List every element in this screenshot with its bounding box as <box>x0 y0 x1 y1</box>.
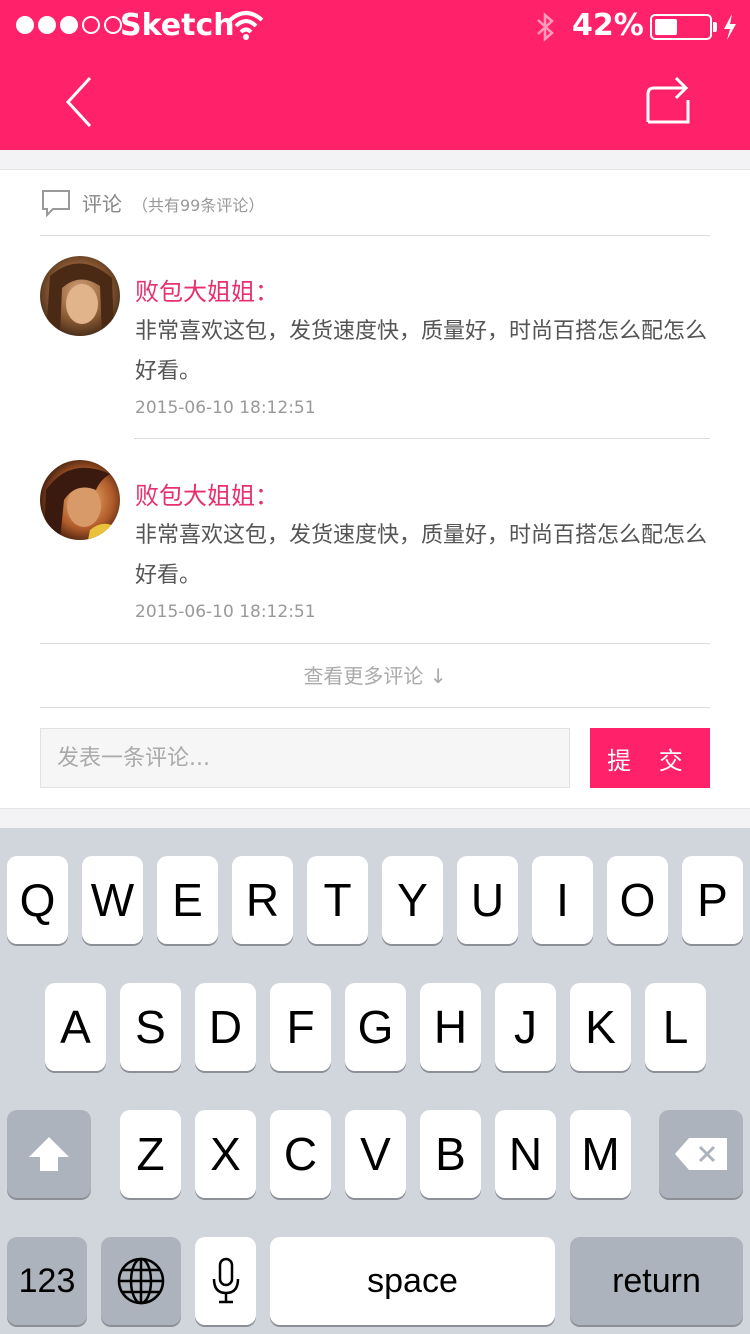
comment-text: 非常喜欢这包，发货速度快，质量好，时尚百搭怎么配怎么好看。 <box>135 523 708 588</box>
divider <box>40 643 710 644</box>
charging-bolt-icon <box>724 14 736 40</box>
key-e[interactable]: E <box>157 856 218 944</box>
battery-percent: 42% <box>572 8 644 43</box>
globe-key[interactable] <box>101 1237 181 1325</box>
submit-button[interactable]: 提 交 <box>590 728 710 788</box>
avatar[interactable] <box>40 256 120 336</box>
section-divider <box>0 150 750 170</box>
key-f[interactable]: F <box>270 983 331 1071</box>
carrier-name: Sketch <box>120 8 235 43</box>
dictation-key[interactable] <box>195 1237 256 1325</box>
key-o[interactable]: O <box>607 856 668 944</box>
divider <box>40 235 710 236</box>
divider <box>134 438 710 439</box>
section-divider <box>0 808 750 828</box>
delete-key[interactable] <box>659 1110 743 1198</box>
key-a[interactable]: A <box>45 983 106 1071</box>
key-g[interactable]: G <box>345 983 406 1071</box>
key-j[interactable]: J <box>495 983 556 1071</box>
comment-input[interactable] <box>40 728 570 788</box>
bluetooth-icon <box>537 12 554 42</box>
return-key[interactable]: return <box>570 1237 743 1325</box>
keyboard: Q W E R T Y U I O P A S D F G H J K L Z … <box>0 828 750 1334</box>
key-b[interactable]: B <box>420 1110 481 1198</box>
key-u[interactable]: U <box>457 856 518 944</box>
comment-compose: 提 交 <box>40 728 710 788</box>
key-n[interactable]: N <box>495 1110 556 1198</box>
key-x[interactable]: X <box>195 1110 256 1198</box>
comment-text: 非常喜欢这包，发货速度快，质量好，时尚百搭怎么配怎么好看。 <box>135 319 708 384</box>
key-l[interactable]: L <box>645 983 706 1071</box>
wifi-icon <box>228 11 264 40</box>
battery-tip <box>713 22 717 32</box>
microphone-icon <box>212 1257 239 1304</box>
key-q[interactable]: Q <box>7 856 68 944</box>
backspace-icon <box>675 1138 727 1170</box>
divider <box>40 707 710 708</box>
battery-level <box>655 19 677 35</box>
key-i[interactable]: I <box>532 856 593 944</box>
key-s[interactable]: S <box>120 983 181 1071</box>
comments-count: （共有99条评论） <box>132 196 265 215</box>
status-bar: Sketch 42% <box>0 0 750 52</box>
key-m[interactable]: M <box>570 1110 631 1198</box>
comment-author: 败包大姐姐： <box>135 482 279 510</box>
back-button[interactable] <box>58 72 108 132</box>
key-y[interactable]: Y <box>382 856 443 944</box>
view-more-comments-link[interactable]: 查看更多评论 ↓ <box>0 660 750 689</box>
battery-icon <box>650 14 712 40</box>
key-v[interactable]: V <box>345 1110 406 1198</box>
key-d[interactable]: D <box>195 983 256 1071</box>
key-c[interactable]: C <box>270 1110 331 1198</box>
key-h[interactable]: H <box>420 983 481 1071</box>
signal-strength-icon <box>16 16 122 34</box>
share-button[interactable] <box>640 70 696 126</box>
comment-time: 2015-06-10 18:12:51 <box>135 602 316 622</box>
shift-arrow-icon <box>29 1137 69 1171</box>
key-k[interactable]: K <box>570 983 631 1071</box>
key-t[interactable]: T <box>307 856 368 944</box>
avatar[interactable] <box>40 460 120 540</box>
comment-time: 2015-06-10 18:12:51 <box>135 398 316 418</box>
comment-author: 败包大姐姐： <box>135 278 279 306</box>
space-key[interactable]: space <box>270 1237 555 1325</box>
key-p[interactable]: P <box>682 856 743 944</box>
comments-header: 评论 （共有99条评论） <box>40 186 710 226</box>
shift-key[interactable] <box>7 1110 91 1198</box>
key-w[interactable]: W <box>82 856 143 944</box>
comment-bubble-icon <box>42 190 70 218</box>
numbers-key[interactable]: 123 <box>7 1237 87 1325</box>
comments-title: 评论 <box>82 192 122 216</box>
key-z[interactable]: Z <box>120 1110 181 1198</box>
globe-icon <box>117 1257 165 1305</box>
top-bar: Sketch 42% <box>0 0 750 150</box>
key-r[interactable]: R <box>232 856 293 944</box>
